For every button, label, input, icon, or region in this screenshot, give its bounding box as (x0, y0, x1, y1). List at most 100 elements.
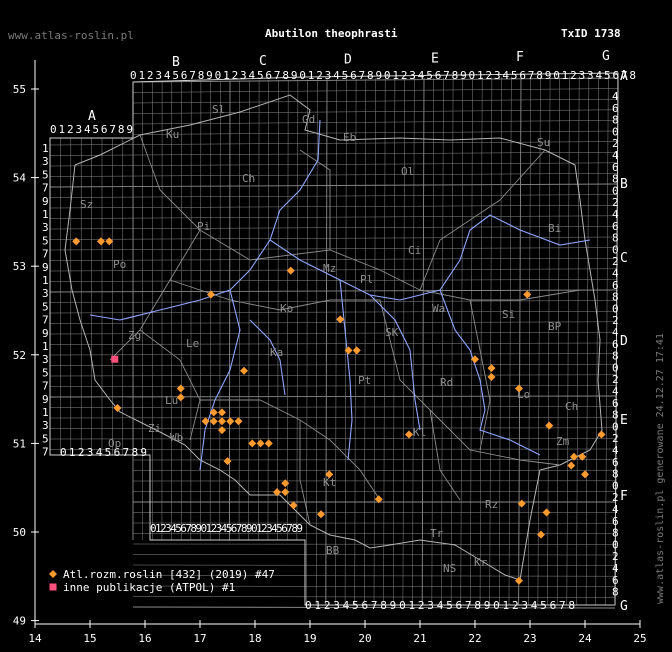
region-label: Mz (323, 262, 336, 275)
occurrence-point (240, 366, 248, 375)
grid-line (325, 79, 328, 606)
y-tick-label: 49 (13, 615, 26, 628)
region-label: Tr (430, 527, 444, 540)
atpol-column-letter: G (602, 49, 610, 64)
x-tick-label: 18 (248, 632, 261, 645)
region-label: Le (186, 337, 199, 350)
grid-line (518, 76, 522, 606)
grid-line (49, 363, 617, 366)
x-tick-label: 16 (138, 632, 151, 645)
region-label: Wb (170, 431, 183, 444)
region-label: Zm (556, 435, 570, 448)
x-tick-label: 23 (523, 632, 536, 645)
grid-line (489, 76, 493, 606)
grid-line (132, 554, 616, 556)
atpol-row-digit: 9 (42, 261, 49, 274)
atpol-left-bottom-digits: 0123456789 (60, 446, 147, 459)
grid-line (219, 80, 221, 541)
atpol-column-letter: C (259, 54, 267, 69)
grid-line (49, 141, 618, 146)
occurrence-point (352, 346, 361, 355)
occurrence-point (289, 501, 298, 510)
occurrence-point (218, 426, 226, 435)
atpol-left-top-digits: 0123456789 (50, 123, 133, 136)
grid-line (49, 226, 618, 230)
grid-line (49, 416, 617, 419)
atpol-row-digit: 5 (42, 366, 49, 379)
occurrence-point (105, 237, 114, 246)
atpol-column-letter: D (344, 53, 352, 68)
atpol-column-letter: B (172, 55, 180, 70)
occurrence-point (223, 457, 232, 466)
grid-line (49, 300, 617, 303)
atpol-row-letter: B (620, 177, 628, 192)
grid-line (49, 247, 618, 251)
region-label: Ol (401, 165, 414, 178)
atpol-row-digit: 9 (42, 195, 49, 208)
y-tick-label: 53 (13, 260, 26, 273)
atpol-row-digit: 7 (42, 446, 49, 459)
legend-label: inne publikacje (ATPOL) #1 (63, 581, 235, 594)
grid-line (315, 79, 318, 606)
grid-line (306, 79, 308, 606)
y-tick-label: 55 (13, 83, 26, 96)
grid-line (49, 395, 617, 398)
occurrence-point (487, 372, 496, 381)
x-tick-label: 21 (413, 632, 426, 645)
grid-line (49, 204, 618, 209)
grid-line (576, 75, 580, 606)
occurrence-point (264, 439, 273, 448)
grid-line (49, 215, 618, 219)
atpol-row-digit: 1 (42, 406, 49, 419)
region-label: Pt (358, 374, 371, 387)
region-label: Zi (148, 422, 161, 435)
x-tick-label: 14 (28, 632, 42, 645)
x-tick-label: 17 (193, 632, 206, 645)
atpol-row-letter: C (620, 251, 628, 266)
atpol-row-digit: 3 (42, 419, 49, 432)
atpol-row-digit: 1 (42, 142, 49, 155)
occurrence-point (234, 417, 243, 426)
occurrence-point (248, 439, 257, 448)
grid-line (49, 374, 617, 377)
atpol-row-digit: 7 (42, 182, 49, 195)
region-label: Ku (166, 128, 179, 141)
region-label: Sl (212, 103, 225, 116)
y-tick-label: 52 (13, 349, 26, 362)
occurrence-point (97, 237, 105, 246)
region-label: BP (548, 320, 562, 333)
x-tick-label: 15 (83, 632, 96, 645)
grid-line (450, 77, 454, 606)
region-label: Kl (413, 426, 426, 439)
x-tick-label: 19 (303, 632, 316, 645)
occurrence-point (209, 408, 218, 417)
occurrence-point (72, 237, 81, 246)
grid-line (566, 75, 570, 606)
atpol-row-digit-right: 8 (612, 586, 619, 599)
grid-line (556, 75, 561, 606)
grid-line (248, 80, 250, 541)
grid-line (49, 257, 617, 261)
grid-line (296, 79, 299, 541)
region-label: Ka (270, 346, 283, 359)
occurrence-point (567, 461, 576, 470)
atpol-row-digit: 3 (42, 221, 49, 234)
atpol-row-digit: 3 (42, 155, 49, 168)
y-tick-label: 54 (13, 172, 27, 185)
grid-line (595, 75, 599, 606)
grid-line (508, 76, 512, 606)
region-label: Gd (302, 113, 315, 126)
grid-line (228, 80, 231, 541)
atpol-row-letter: A (620, 69, 628, 84)
legend: Atl.rozm.roslin [432] (2019) #47inne pub… (49, 568, 275, 594)
region-label: Pi (197, 220, 210, 233)
y-tick-label: 51 (13, 437, 26, 450)
atpol-row-letter: F (620, 489, 628, 504)
region-label: Rz (485, 498, 498, 511)
region-label: Su (537, 136, 550, 149)
axes: 14 15 16 17 18 19 20 21 22 23 24 2555545352515049 (13, 60, 647, 645)
atpol-column-letter-a: A (88, 109, 96, 124)
atpol-row-letter: E (620, 413, 628, 428)
region-label: Pl (360, 273, 373, 286)
occurrence-point (515, 576, 523, 585)
